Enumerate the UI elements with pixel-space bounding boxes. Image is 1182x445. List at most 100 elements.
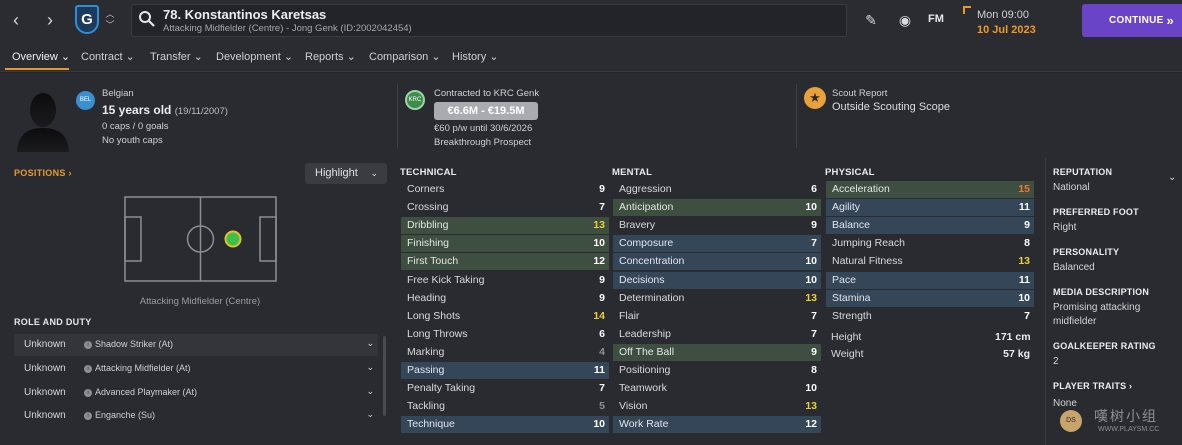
info-icon: i <box>84 365 92 373</box>
club-crest-icon[interactable]: KRC <box>405 90 425 110</box>
tab-transfer[interactable]: Transfer ⌄ <box>150 50 203 63</box>
attribute-row-agility[interactable]: Agility 11 <box>826 199 1034 216</box>
watermark-url: WWW.PLAYSM.CC <box>1098 426 1160 433</box>
contract-club[interactable]: Contracted to KRC Genk <box>434 88 539 99</box>
attribute-value: 7 <box>811 310 817 322</box>
chevron-down-icon[interactable]: ⌄ <box>1168 172 1176 183</box>
attribute-row-free-kick-taking[interactable]: Free Kick Taking 9 <box>401 272 609 289</box>
tab-overview[interactable]: Overview ⌄ <box>12 50 70 63</box>
attribute-value: 8 <box>1024 237 1030 249</box>
attribute-row-composure[interactable]: Composure 7 <box>613 235 821 252</box>
highlight-dropdown[interactable]: Highlight ⌄ <box>305 163 387 184</box>
search-icon[interactable] <box>138 10 156 28</box>
attribute-row-long-throws[interactable]: Long Throws 6 <box>401 326 609 343</box>
attribute-row-corners[interactable]: Corners 9 <box>401 181 609 198</box>
game-date-time: Mon 09:00 <box>977 9 1029 21</box>
attribute-row-vision[interactable]: Vision 13 <box>613 398 821 415</box>
header-divider <box>796 84 797 148</box>
attribute-row-aggression[interactable]: Aggression 6 <box>613 181 821 198</box>
attribute-name: Corners <box>407 183 445 195</box>
date-of-birth: (19/11/2007) <box>174 106 228 117</box>
world-globe-icon[interactable]: ◉ <box>895 11 915 29</box>
attribute-row-passing[interactable]: Passing 11 <box>401 362 609 379</box>
back-arrow-icon[interactable]: ‹ <box>7 9 25 31</box>
attribute-row-leadership[interactable]: Leadership 7 <box>613 326 821 343</box>
tab-history[interactable]: History ⌄ <box>452 50 499 63</box>
forward-arrow-icon[interactable]: › <box>41 9 59 31</box>
player-traits-link[interactable]: PLAYER TRAITS › <box>1053 381 1132 391</box>
role-row[interactable]: Unknown i Shadow Striker (At) ⌄ <box>14 334 378 356</box>
attribute-row-pace[interactable]: Pace 11 <box>826 272 1034 289</box>
attribute-row-strength[interactable]: Strength 7 <box>826 308 1034 325</box>
scout-report-title[interactable]: Scout Report <box>832 88 887 99</box>
info-icon: i <box>84 341 92 349</box>
attribute-row-positioning[interactable]: Positioning 8 <box>613 362 821 379</box>
attribute-value: 8 <box>811 364 817 376</box>
attribute-row-concentration[interactable]: Concentration 10 <box>613 253 821 270</box>
role-name: i Advanced Playmaker (At) <box>84 387 197 397</box>
tab-comparison[interactable]: Comparison ⌄ <box>369 50 441 63</box>
attribute-value: 6 <box>599 328 605 340</box>
attribute-value: 7 <box>599 382 605 394</box>
attribute-row-technique[interactable]: Technique 10 <box>401 416 609 433</box>
attribute-row-work-rate[interactable]: Work Rate 12 <box>613 416 821 433</box>
role-row[interactable]: Unknown i Attacking Midfielder (At) ⌄ <box>14 358 378 380</box>
attribute-row-acceleration[interactable]: Acceleration 15 <box>826 181 1034 198</box>
transfer-value-range[interactable]: €6.6M - €19.5M <box>434 102 538 120</box>
attribute-row-finishing[interactable]: Finishing 10 <box>401 235 609 252</box>
chevron-down-icon[interactable]: ⌄ <box>366 362 374 373</box>
attribute-row-crossing[interactable]: Crossing 7 <box>401 199 609 216</box>
role-name: i Shadow Striker (At) <box>84 339 173 349</box>
attribute-value: 4 <box>599 346 605 358</box>
club-badge-icon[interactable]: G <box>75 5 99 34</box>
attribute-name: Finishing <box>407 237 450 249</box>
attribute-row-penalty-taking[interactable]: Penalty Taking 7 <box>401 380 609 397</box>
attribute-row-marking[interactable]: Marking 4 <box>401 344 609 361</box>
role-row[interactable]: Unknown i Advanced Playmaker (At) ⌄ <box>14 382 378 404</box>
personality-title: PERSONALITY <box>1053 247 1120 257</box>
continue-button[interactable]: CONTINUE» <box>1082 4 1182 37</box>
nationality-flag-icon[interactable]: BEL <box>76 91 95 110</box>
role-list-scrollbar[interactable] <box>383 336 386 416</box>
attribute-row-long-shots[interactable]: Long Shots 14 <box>401 308 609 325</box>
attribute-row-jumping-reach[interactable]: Jumping Reach 8 <box>826 235 1034 252</box>
attribute-row-bravery[interactable]: Bravery 9 <box>613 217 821 234</box>
attribute-row-decisions[interactable]: Decisions 10 <box>613 272 821 289</box>
role-duty: Unknown <box>24 363 66 374</box>
attribute-name: Decisions <box>619 274 665 286</box>
tab-development[interactable]: Development ⌄ <box>216 50 293 63</box>
edit-pencil-icon[interactable]: ✎ <box>861 11 881 29</box>
attribute-row-balance[interactable]: Balance 9 <box>826 217 1034 234</box>
attribute-name: Passing <box>407 364 445 376</box>
attribute-row-dribbling[interactable]: Dribbling 13 <box>401 217 609 234</box>
fm-menu-button[interactable]: FM <box>928 13 944 25</box>
attribute-row-tackling[interactable]: Tackling 5 <box>401 398 609 415</box>
international-caps: 0 caps / 0 goals <box>102 121 169 132</box>
tab-contract[interactable]: Contract ⌄ <box>81 50 135 63</box>
chevron-down-icon[interactable]: ⌄ <box>366 386 374 397</box>
pitch-position-caption: Attacking Midfielder (Centre) <box>139 296 261 307</box>
attribute-value: 10 <box>805 382 817 394</box>
attribute-row-stamina[interactable]: Stamina 10 <box>826 290 1034 307</box>
attribute-row-anticipation[interactable]: Anticipation 10 <box>613 199 821 216</box>
attribute-row-determination[interactable]: Determination 13 <box>613 290 821 307</box>
attribute-row-heading[interactable]: Heading 9 <box>401 290 609 307</box>
attribute-row-off-the-ball[interactable]: Off The Ball 9 <box>613 344 821 361</box>
attribute-name: Crossing <box>407 201 449 213</box>
role-row[interactable]: Unknown i Enganche (Su) ⌄ <box>14 405 378 427</box>
attribute-row-first-touch[interactable]: First Touch 12 <box>401 253 609 270</box>
attribute-value: 15 <box>1018 183 1030 195</box>
chevron-down-icon[interactable]: ⌄ <box>366 409 374 420</box>
positions-link[interactable]: POSITIONS › <box>14 168 72 178</box>
club-switch-chevrons-icon[interactable]: ︿ ﹀ <box>104 9 116 31</box>
role-name-text: Shadow Striker (At) <box>95 339 174 349</box>
attribute-row-natural-fitness[interactable]: Natural Fitness 13 <box>826 253 1034 270</box>
attribute-name: Pace <box>832 274 856 286</box>
tab-reports[interactable]: Reports ⌄ <box>305 50 356 63</box>
attribute-row-flair[interactable]: Flair 7 <box>613 308 821 325</box>
attribute-value: 10 <box>593 418 605 430</box>
role-name-text: Enganche (Su) <box>95 410 156 420</box>
chevron-down-icon[interactable]: ⌄ <box>366 338 374 349</box>
attribute-row-teamwork[interactable]: Teamwork 10 <box>613 380 821 397</box>
wage-contract-expiry: €60 p/w until 30/6/2026 <box>434 123 533 134</box>
